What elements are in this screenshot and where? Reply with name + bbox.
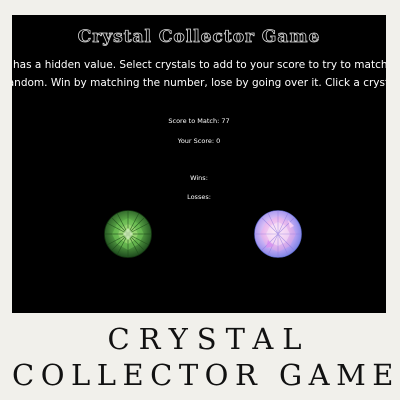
green-crystal-icon: [104, 210, 152, 258]
pink-crystal-icon: [254, 210, 302, 258]
current-score: Your Score: 0: [177, 137, 221, 145]
losses-counter: Losses:: [187, 193, 211, 201]
banner-title-line2: COLLECTOR GAME: [12, 358, 400, 392]
wins-counter: Wins:: [190, 174, 208, 182]
target-score: Score to Match: 77: [168, 117, 230, 125]
banner-title-line1: CRYSTAL: [107, 322, 311, 356]
pink-crystal-button[interactable]: [254, 210, 302, 258]
game-title: Crystal Collector Game: [77, 27, 321, 48]
green-crystal-button[interactable]: [104, 210, 152, 258]
game-instructions: Each crystal has a hidden value. Select …: [12, 59, 386, 89]
game-screen: Crystal Collector Game Each crystal has …: [12, 15, 386, 313]
